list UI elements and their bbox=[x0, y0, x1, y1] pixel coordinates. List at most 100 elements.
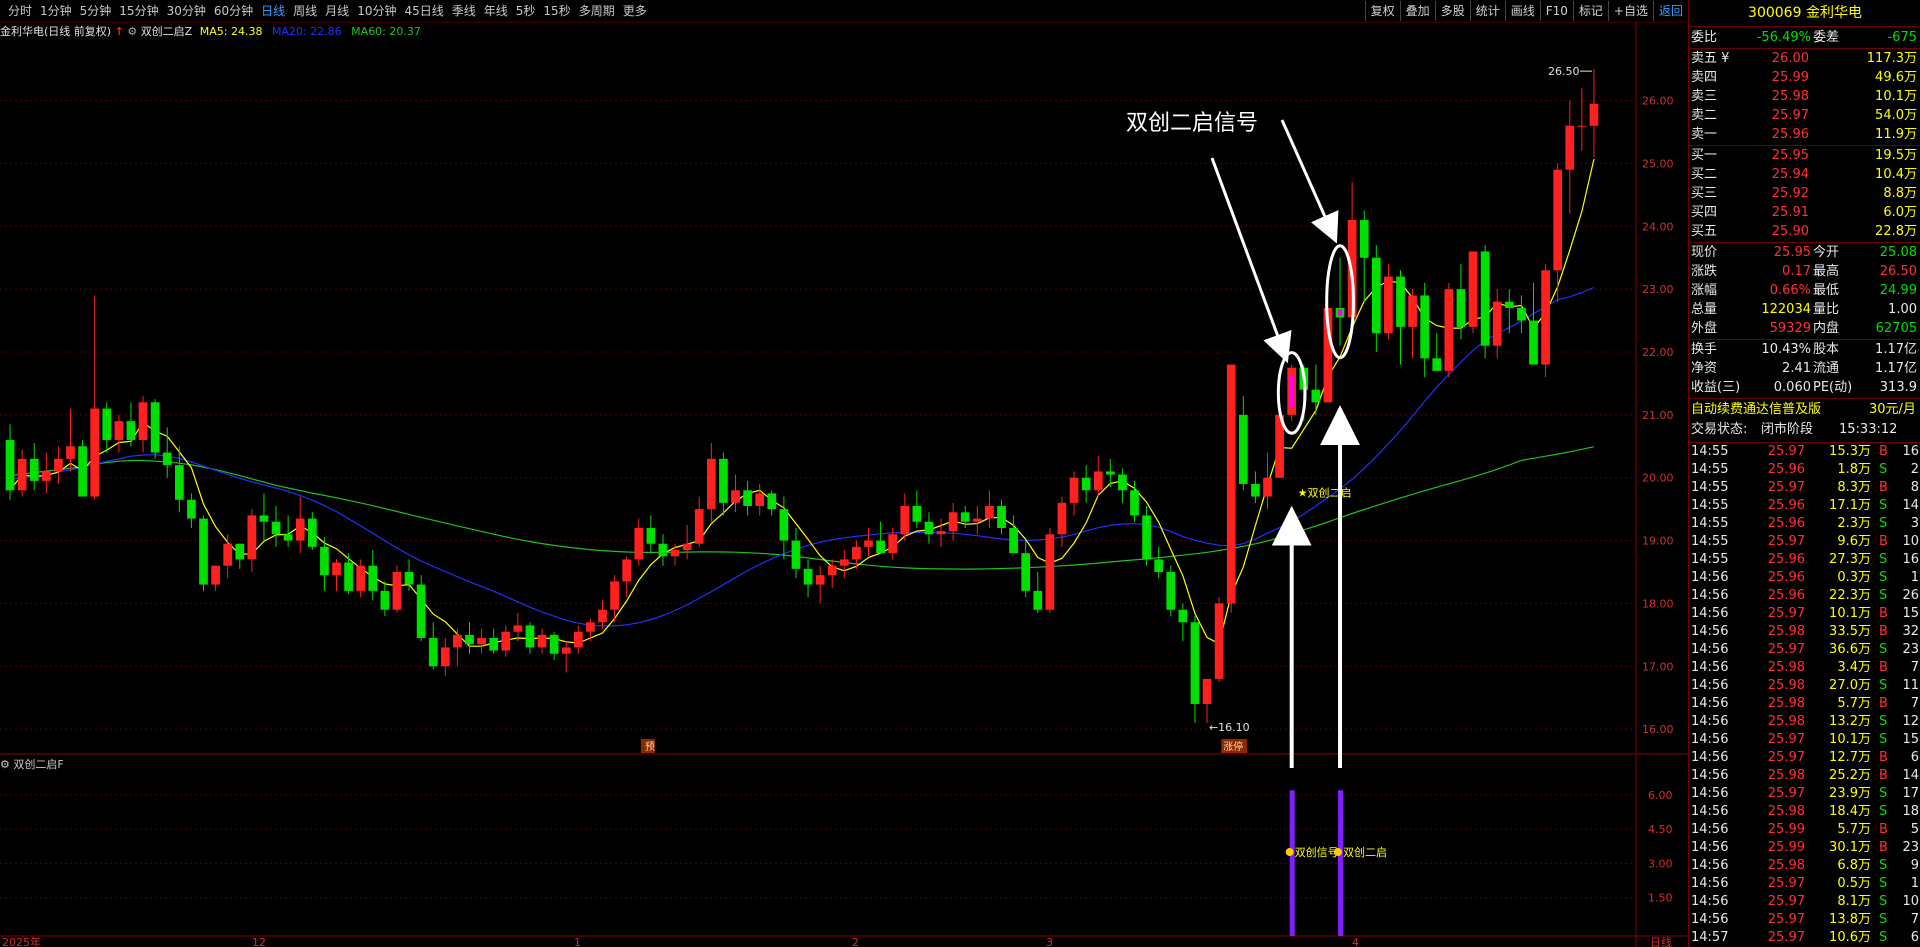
tick-volume: 30.1万 bbox=[1829, 840, 1871, 855]
candle-body bbox=[1384, 276, 1393, 334]
candle bbox=[247, 509, 257, 572]
candle bbox=[489, 628, 499, 654]
weibi-value: -56.49% bbox=[1756, 30, 1811, 45]
tick-side: B bbox=[1879, 444, 1888, 459]
candle bbox=[1335, 257, 1345, 346]
candle-body bbox=[598, 609, 607, 623]
tick-side: B bbox=[1879, 660, 1888, 675]
sell-level[interactable]: 卖三 25.98 10.1万 bbox=[1689, 87, 1920, 106]
tick-volume: 9.6万 bbox=[1837, 534, 1871, 549]
candle-body bbox=[1130, 490, 1139, 516]
tick-price: 25.96 bbox=[1767, 552, 1805, 567]
stat-row: 总量 122034 量比 1.00 bbox=[1689, 300, 1920, 319]
candle-body bbox=[864, 540, 873, 547]
candle-body bbox=[1408, 295, 1417, 327]
tick-row: 14:56 25.98 27.0万 S 11 bbox=[1689, 677, 1920, 695]
order-label: 买三 bbox=[1691, 186, 1718, 201]
sub-signal-label: 双创二启 bbox=[1343, 846, 1387, 859]
tick-count: 3 bbox=[1910, 516, 1919, 531]
order-label: 卖五 ¥ bbox=[1691, 51, 1730, 66]
tick-count: 7 bbox=[1910, 912, 1919, 927]
candle-body bbox=[380, 590, 390, 610]
candle-body bbox=[1081, 477, 1091, 491]
buy-level[interactable]: 买三 25.92 8.8万 bbox=[1689, 184, 1920, 203]
stat-value: 122034 bbox=[1761, 302, 1811, 317]
buy-level[interactable]: 买一 25.95 19.5万 bbox=[1689, 146, 1920, 165]
candle bbox=[610, 575, 619, 623]
buy-level[interactable]: 买二 25.94 10.4万 bbox=[1689, 165, 1920, 184]
order-label: 买五 bbox=[1691, 224, 1718, 239]
order-price: 26.00 bbox=[1771, 51, 1809, 66]
tick-side: B bbox=[1879, 534, 1888, 549]
x-tick-label: 日线 bbox=[1650, 935, 1672, 947]
tick-side: S bbox=[1879, 588, 1888, 603]
candle bbox=[1589, 69, 1599, 158]
candlestick-chart[interactable]: 26.50 ←16.10 预 涨停 ★双创二启 双创二启信号 6.00 4.50 3.00 1.… bbox=[0, 0, 1688, 947]
tick-row: 14:55 25.96 27.3万 S 16 bbox=[1689, 551, 1920, 569]
buy-level[interactable]: 买五 25.90 22.8万 bbox=[1689, 222, 1920, 241]
y-tick-label: 24.00 bbox=[1642, 220, 1674, 233]
candle-body bbox=[1263, 477, 1272, 497]
candle-body bbox=[211, 565, 220, 585]
candle-body bbox=[622, 559, 632, 582]
promo-price[interactable]: 30元/月 bbox=[1869, 400, 1916, 419]
candle-body bbox=[1577, 125, 1587, 127]
sub-gear-icon: ⚙ bbox=[0, 758, 10, 771]
candle bbox=[114, 414, 124, 453]
candle bbox=[1359, 210, 1369, 302]
sell-level[interactable]: 卖五 ¥ 26.00 117.3万 bbox=[1689, 49, 1920, 68]
tick-side: S bbox=[1879, 570, 1888, 585]
sub-panel-title[interactable]: ⚙ 双创二启F bbox=[0, 757, 64, 773]
tick-row: 14:55 25.96 2.3万 S 3 bbox=[1689, 515, 1920, 533]
buy-level[interactable]: 买四 25.91 6.0万 bbox=[1689, 203, 1920, 222]
tick-count: 6 bbox=[1910, 750, 1919, 765]
candle bbox=[332, 559, 341, 591]
signal-bar bbox=[1338, 790, 1344, 936]
tick-time: 14:56 bbox=[1691, 858, 1729, 873]
candle-body bbox=[404, 572, 414, 585]
order-price: 25.91 bbox=[1771, 205, 1809, 220]
candle bbox=[102, 402, 112, 453]
event-label: 涨停 bbox=[1223, 740, 1243, 753]
candle-body bbox=[344, 562, 353, 591]
candle bbox=[706, 443, 716, 522]
order-volume: 22.8万 bbox=[1875, 224, 1917, 239]
sell-level[interactable]: 卖二 25.97 54.0万 bbox=[1689, 106, 1920, 125]
stock-name: 金利华电 bbox=[1805, 5, 1862, 21]
tick-time: 14:55 bbox=[1691, 480, 1729, 495]
order-volume: 8.8万 bbox=[1883, 186, 1917, 201]
candle bbox=[1408, 289, 1417, 359]
tick-price: 25.97 bbox=[1767, 786, 1805, 801]
tick-count: 8 bbox=[1910, 480, 1919, 495]
candle bbox=[525, 622, 535, 654]
tick-price: 25.98 bbox=[1767, 714, 1805, 729]
candle bbox=[1287, 364, 1297, 422]
candle bbox=[1492, 289, 1502, 359]
tick-row: 14:56 25.99 5.7万 B 5 bbox=[1689, 821, 1920, 839]
tick-side: S bbox=[1879, 714, 1888, 729]
promo-row[interactable]: 自动续费通达信普及版 30元/月 bbox=[1689, 400, 1920, 419]
candle bbox=[320, 537, 329, 591]
tick-time: 14:56 bbox=[1691, 876, 1729, 891]
candle-body bbox=[561, 647, 571, 654]
candle-body bbox=[743, 490, 752, 506]
candle bbox=[1263, 452, 1272, 510]
candle bbox=[283, 515, 293, 547]
candle-body bbox=[1021, 553, 1031, 591]
order-volume: 6.0万 bbox=[1883, 205, 1917, 220]
candle-body bbox=[900, 506, 910, 535]
tick-count: 26 bbox=[1902, 588, 1919, 603]
tick-side: S bbox=[1879, 516, 1888, 531]
promo-text[interactable]: 自动续费通达信普及版 bbox=[1691, 400, 1821, 419]
candle bbox=[1468, 251, 1478, 334]
candle bbox=[1238, 396, 1248, 491]
sell-level[interactable]: 卖一 25.96 11.9万 bbox=[1689, 125, 1920, 144]
stat-value: 0.060 bbox=[1773, 380, 1811, 395]
annotation-text: 双创二启信号 bbox=[1126, 111, 1258, 136]
stat-label: 净资 bbox=[1691, 361, 1718, 376]
candle bbox=[743, 480, 752, 516]
tick-count: 1 bbox=[1910, 876, 1919, 891]
sell-level[interactable]: 卖四 25.99 49.6万 bbox=[1689, 68, 1920, 87]
candle-body bbox=[1214, 603, 1224, 679]
tick-count: 1 bbox=[1910, 570, 1919, 585]
